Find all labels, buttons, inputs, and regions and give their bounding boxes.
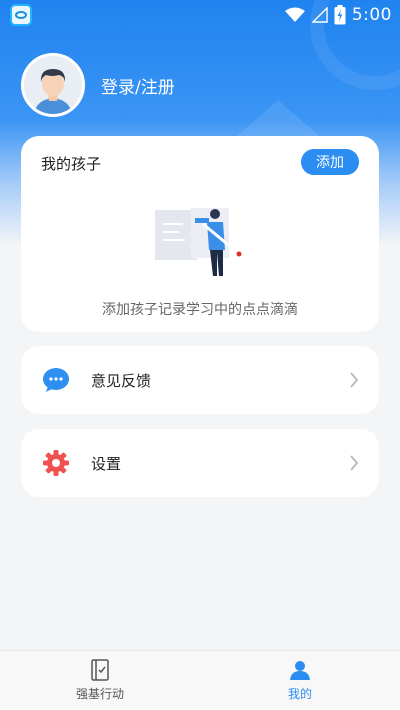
settings-label: 设置 (91, 454, 122, 473)
default-avatar-icon (24, 56, 82, 114)
tab-mine-label: 我的 (287, 687, 312, 701)
battery-icon (334, 5, 346, 25)
tab-mine[interactable]: 我的 (200, 651, 400, 710)
my-children-title: 我的孩子 (41, 155, 102, 173)
tab-qiangji-action[interactable]: 强基行动 (0, 651, 200, 710)
avatar[interactable] (21, 53, 85, 117)
chevron-right-icon (350, 455, 359, 471)
empty-state-illustration (155, 204, 245, 288)
person-icon (290, 661, 310, 680)
profile-section[interactable]: 登录/注册 (21, 53, 175, 117)
login-register-link[interactable]: 登录/注册 (101, 73, 175, 98)
wifi-icon (284, 7, 305, 22)
bottom-navigation: 强基行动 我的 (0, 650, 400, 710)
settings-menu-item[interactable]: 设置 (21, 429, 379, 497)
feedback-label: 意见反馈 (91, 371, 152, 390)
tab-qiangji-action-label: 强基行动 (75, 687, 124, 701)
notebook-icon (91, 659, 109, 681)
my-children-card: 我的孩子 添加 添加孩子记录学习中的点点滴滴 (21, 136, 379, 332)
feedback-chat-icon (41, 365, 71, 395)
status-time: 5:00 (351, 5, 392, 25)
empty-children-hint: 添加孩子记录学习中的点点滴滴 (102, 302, 298, 318)
status-bar: 5:00 (0, 0, 400, 30)
app-notification-icon (10, 4, 32, 26)
chevron-right-icon (350, 372, 359, 388)
settings-gear-icon (41, 448, 71, 478)
signal-icon (311, 7, 328, 23)
add-child-button[interactable]: 添加 (301, 149, 359, 175)
feedback-menu-item[interactable]: 意见反馈 (21, 346, 379, 414)
